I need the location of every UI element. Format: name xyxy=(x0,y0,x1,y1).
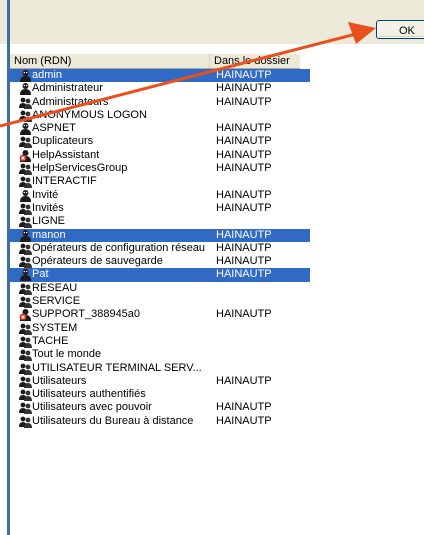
annotation-arrow xyxy=(0,22,376,128)
arrow-shaft xyxy=(0,32,357,128)
arrow-head xyxy=(348,22,376,44)
